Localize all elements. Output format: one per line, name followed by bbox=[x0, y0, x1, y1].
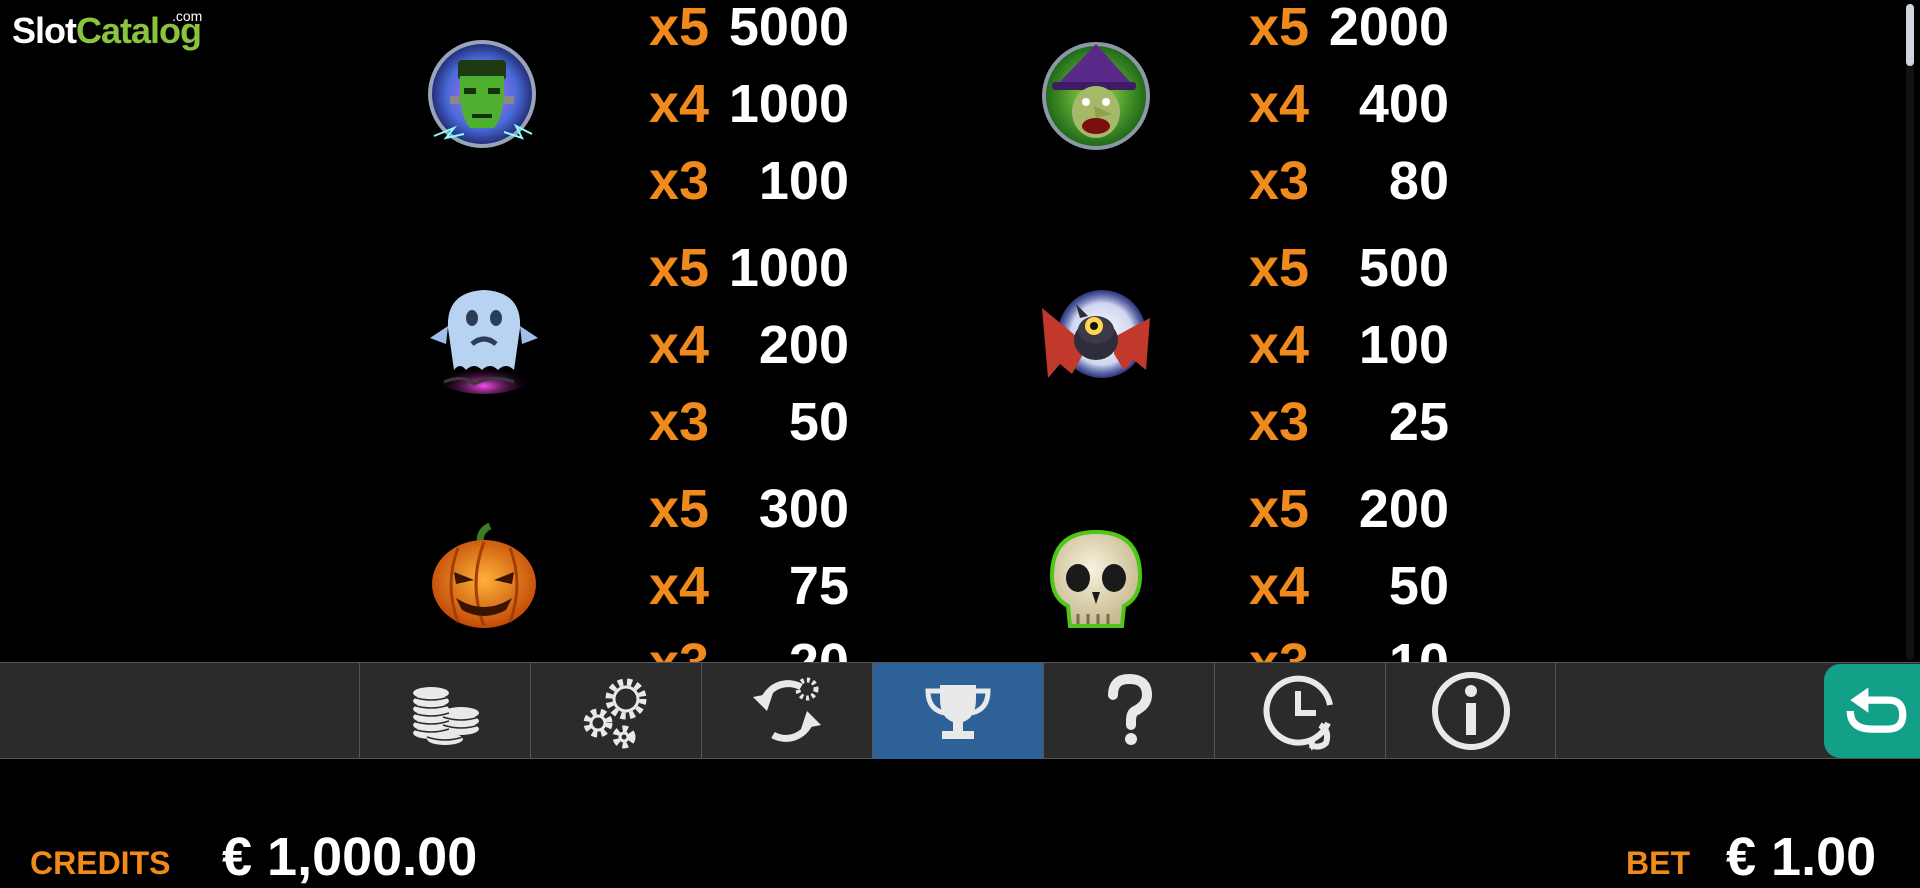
multiplier: x5 bbox=[649, 0, 710, 57]
help-icon bbox=[1108, 673, 1153, 745]
multiplier: x5 bbox=[1249, 479, 1310, 539]
payout-value: 10 bbox=[1389, 636, 1449, 662]
payout-value: 75 bbox=[788, 556, 849, 616]
trophy-icon bbox=[925, 685, 991, 739]
multiplier: x3 bbox=[649, 636, 709, 662]
payout-value: 300 bbox=[758, 479, 849, 539]
coins-icon bbox=[412, 687, 480, 745]
payout-value: 25 bbox=[1388, 392, 1449, 452]
multiplier: x4 bbox=[649, 74, 710, 134]
payout-row: x5 300 bbox=[649, 482, 849, 559]
multiplier: x5 bbox=[1249, 238, 1310, 298]
payout-value: 100 bbox=[1358, 315, 1449, 375]
payout-row: x5 2000 bbox=[1249, 0, 1449, 77]
multiplier: x5 bbox=[649, 238, 710, 298]
autoplay-icon bbox=[753, 677, 821, 742]
payout-row: x4 1000 bbox=[649, 77, 849, 154]
multiplier: x5 bbox=[649, 479, 710, 539]
payout-row: x5 5000 bbox=[649, 0, 849, 77]
multiplier: x3 bbox=[1249, 392, 1310, 452]
multiplier: x4 bbox=[1249, 74, 1310, 134]
bat-symbol-icon bbox=[1042, 290, 1150, 378]
payout-row: x4 50 bbox=[1249, 559, 1449, 636]
settings-gears-icon bbox=[583, 678, 647, 749]
payout-value: 5000 bbox=[728, 0, 849, 57]
payout-row: x5 1000 bbox=[649, 241, 849, 318]
bet-value: € 1.00 bbox=[1726, 827, 1877, 887]
multiplier: x3 bbox=[1249, 151, 1310, 211]
multiplier: x3 bbox=[1249, 636, 1309, 662]
pumpkin-symbol-icon bbox=[432, 522, 536, 628]
back-arrow-icon bbox=[1846, 687, 1907, 733]
payout-row: x3 50 bbox=[649, 395, 849, 472]
payout-value: 200 bbox=[758, 315, 849, 375]
ghost-symbol-icon bbox=[430, 290, 538, 394]
payout-value: 50 bbox=[1388, 556, 1449, 616]
multiplier: x4 bbox=[649, 315, 710, 375]
credits-value: € 1,000.00 bbox=[222, 827, 478, 887]
paytable: x5 5000 x4 1000 x3 100 x5 2000 x4 400 x3 80 bbox=[0, 0, 1895, 662]
help-button[interactable] bbox=[1043, 663, 1214, 759]
history-button[interactable] bbox=[1214, 663, 1385, 759]
multiplier: x3 bbox=[649, 151, 710, 211]
payout-value: 1000 bbox=[728, 74, 849, 134]
payout-row: x3 80 bbox=[1249, 154, 1449, 231]
skull-symbol-icon bbox=[1049, 529, 1143, 628]
payout-row: x3 100 bbox=[649, 154, 849, 231]
payout-row: x4 400 bbox=[1249, 77, 1449, 154]
payout-row: x3 20 bbox=[649, 636, 849, 662]
payout-value: 2000 bbox=[1328, 0, 1449, 57]
back-button[interactable] bbox=[1824, 664, 1920, 758]
payout-row: x4 100 bbox=[1249, 318, 1449, 395]
scrollbar-thumb[interactable] bbox=[1906, 4, 1914, 66]
autoplay-button[interactable] bbox=[701, 663, 872, 759]
payout-row: x3 25 bbox=[1249, 395, 1449, 472]
bottom-toolbar bbox=[0, 662, 1920, 759]
credits-label: CREDITS bbox=[30, 845, 171, 881]
payout-row: x5 500 bbox=[1249, 241, 1449, 318]
payout-row: x3 10 bbox=[1249, 636, 1449, 662]
settings-button[interactable] bbox=[530, 663, 701, 759]
bet-settings-button[interactable] bbox=[359, 663, 530, 759]
frankenstein-symbol-icon bbox=[428, 40, 536, 148]
multiplier: x4 bbox=[1249, 556, 1310, 616]
payout-value: 200 bbox=[1358, 479, 1449, 539]
witch-symbol-icon bbox=[1042, 42, 1150, 150]
info-icon bbox=[1431, 672, 1510, 750]
multiplier: x4 bbox=[1249, 315, 1310, 375]
multiplier: x4 bbox=[649, 556, 710, 616]
payout-row: x4 75 bbox=[649, 559, 849, 636]
bet-label: BET bbox=[1626, 845, 1690, 881]
paytable-button[interactable] bbox=[872, 663, 1043, 759]
payout-value: 50 bbox=[788, 392, 849, 452]
multiplier: x5 bbox=[1249, 0, 1310, 57]
info-button[interactable] bbox=[1385, 663, 1556, 759]
history-icon bbox=[1263, 675, 1333, 751]
payout-value: 20 bbox=[789, 636, 849, 662]
payout-value: 400 bbox=[1358, 74, 1449, 134]
multiplier: x3 bbox=[649, 392, 710, 452]
payout-value: 100 bbox=[758, 151, 849, 211]
payout-value: 500 bbox=[1358, 238, 1449, 298]
paytable-scrollbar[interactable] bbox=[1906, 4, 1914, 660]
payout-row: x5 200 bbox=[1249, 482, 1449, 559]
payout-row: x4 200 bbox=[649, 318, 849, 395]
payout-value: 80 bbox=[1388, 151, 1449, 211]
payout-value: 1000 bbox=[728, 238, 849, 298]
